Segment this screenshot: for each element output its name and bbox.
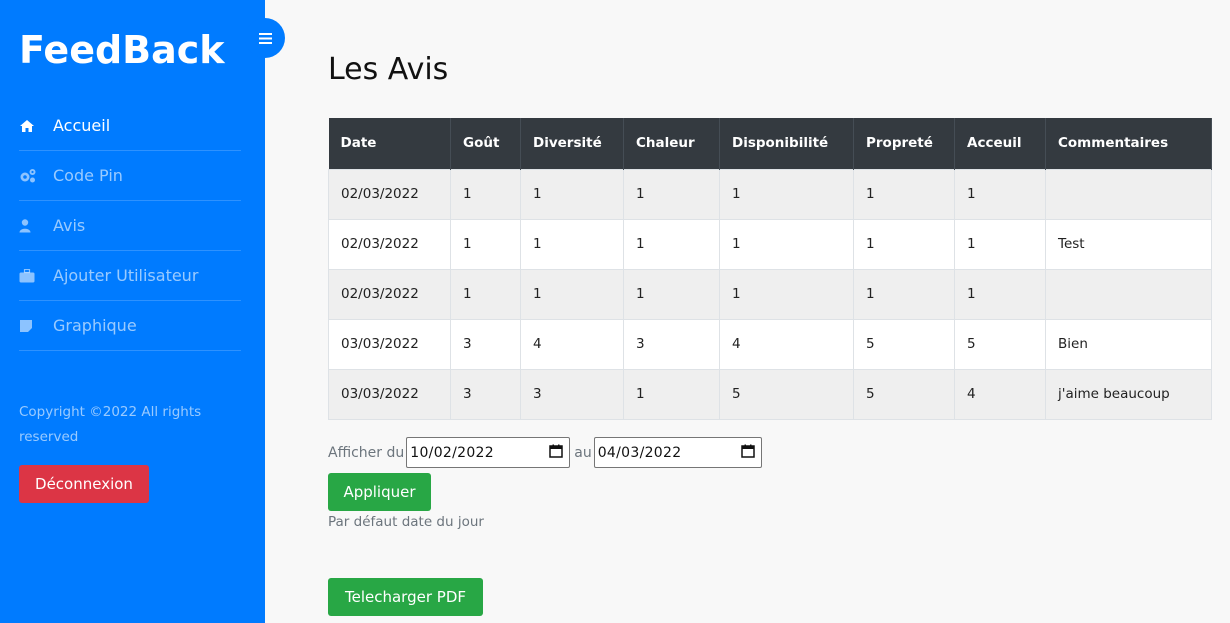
- sidebar-nav: Accueil Code Pin Avis Ajouter Utilisateu…: [19, 101, 241, 351]
- home-icon: [19, 119, 41, 133]
- column-header-disponibilite: Disponibilité: [719, 118, 854, 169]
- cell-diversite: 1: [520, 218, 624, 270]
- download-pdf-button[interactable]: Telecharger PDF: [328, 578, 483, 616]
- filter-to-label: au: [574, 444, 592, 461]
- cell-date: 02/03/2022: [328, 218, 451, 270]
- cell-diversite: 1: [520, 168, 624, 220]
- cell-disponibilite: 1: [719, 218, 854, 270]
- briefcase-icon: [19, 268, 41, 283]
- cell-gout: 1: [450, 168, 521, 220]
- cell-date: 02/03/2022: [328, 268, 451, 320]
- cell-diversite: 3: [520, 368, 624, 420]
- cell-proprete: 5: [853, 318, 955, 370]
- table-header-row: Date Goût Diversité Chaleur Disponibilit…: [328, 118, 1212, 169]
- column-header-commentaires: Commentaires: [1045, 118, 1212, 169]
- cell-disponibilite: 4: [719, 318, 854, 370]
- sidebar: FeedBack Accueil Code Pin Avis Ajouter U…: [0, 0, 265, 623]
- cell-gout: 1: [450, 268, 521, 320]
- sidebar-item-label: Graphique: [53, 316, 137, 335]
- cell-diversite: 4: [520, 318, 624, 370]
- cell-disponibilite: 1: [719, 168, 854, 220]
- apply-button[interactable]: Appliquer: [328, 473, 431, 511]
- cogs-icon: [19, 168, 41, 184]
- date-from-value: 10/02/2022: [410, 444, 494, 461]
- date-to-value: 04/03/2022: [597, 444, 682, 461]
- date-to-input[interactable]: 04/03/2022: [593, 437, 762, 468]
- cell-acceuil: 1: [954, 168, 1046, 220]
- cell-commentaires: Test: [1045, 218, 1212, 270]
- sidebar-item-ajouter-utilisateur[interactable]: Ajouter Utilisateur: [19, 251, 241, 301]
- sidebar-item-label: Accueil: [53, 116, 111, 135]
- cell-acceuil: 1: [954, 268, 1046, 320]
- filter-hint: Par défaut date du jour: [328, 514, 484, 530]
- cell-disponibilite: 5: [719, 368, 854, 420]
- cell-acceuil: 5: [954, 318, 1046, 370]
- cell-commentaires: j'aime beaucoup: [1045, 368, 1212, 420]
- table-row: 02/03/2022 1 1 1 1 1 1: [328, 168, 1212, 220]
- cell-commentaires: [1045, 268, 1212, 320]
- filter-from-label: Afficher du: [328, 444, 405, 461]
- cell-proprete: 1: [853, 268, 955, 320]
- cell-gout: 3: [450, 368, 521, 420]
- cell-disponibilite: 1: [719, 268, 854, 320]
- sidebar-item-label: Ajouter Utilisateur: [53, 266, 199, 285]
- cell-diversite: 1: [520, 268, 624, 320]
- brand-logo[interactable]: FeedBack: [19, 28, 225, 72]
- avis-table: Date Goût Diversité Chaleur Disponibilit…: [328, 118, 1212, 420]
- table-row: 02/03/2022 1 1 1 1 1 1 Test: [328, 218, 1212, 270]
- calendar-icon[interactable]: [740, 444, 755, 462]
- cell-acceuil: 1: [954, 218, 1046, 270]
- cell-chaleur: 1: [623, 268, 720, 320]
- cell-gout: 3: [450, 318, 521, 370]
- sidebar-item-accueil[interactable]: Accueil: [19, 101, 241, 151]
- sticky-note-icon: [19, 319, 41, 333]
- table-row: 03/03/2022 3 3 1 5 5 4 j'aime beaucoup: [328, 368, 1212, 420]
- cell-chaleur: 1: [623, 168, 720, 220]
- sidebar-toggle-button[interactable]: [245, 18, 285, 58]
- cell-proprete: 1: [853, 218, 955, 270]
- cell-acceuil: 4: [954, 368, 1046, 420]
- column-header-proprete: Propreté: [853, 118, 955, 169]
- page-title: Les Avis: [328, 52, 449, 87]
- sidebar-item-avis[interactable]: Avis: [19, 201, 241, 251]
- cell-chaleur: 1: [623, 368, 720, 420]
- sidebar-item-label: Code Pin: [53, 166, 123, 185]
- cell-commentaires: Bien: [1045, 318, 1212, 370]
- cell-date: 03/03/2022: [328, 368, 451, 420]
- menu-icon: [258, 29, 272, 48]
- cell-date: 02/03/2022: [328, 168, 451, 220]
- column-header-chaleur: Chaleur: [623, 118, 720, 169]
- cell-chaleur: 3: [623, 318, 720, 370]
- column-header-diversite: Diversité: [520, 118, 624, 169]
- table-row: 02/03/2022 1 1 1 1 1 1: [328, 268, 1212, 320]
- user-icon: [19, 218, 41, 233]
- column-header-acceuil: Acceuil: [954, 118, 1046, 169]
- sidebar-item-graphique[interactable]: Graphique: [19, 301, 241, 351]
- cell-proprete: 1: [853, 168, 955, 220]
- column-header-gout: Goût: [450, 118, 521, 169]
- calendar-icon[interactable]: [549, 444, 564, 462]
- cell-chaleur: 1: [623, 218, 720, 270]
- date-filter: Afficher du 10/02/2022 au 04/03/2022: [328, 437, 766, 468]
- table-row: 03/03/2022 3 4 3 4 5 5 Bien: [328, 318, 1212, 370]
- cell-commentaires: [1045, 168, 1212, 220]
- sidebar-item-label: Avis: [53, 216, 86, 235]
- cell-gout: 1: [450, 218, 521, 270]
- cell-proprete: 5: [853, 368, 955, 420]
- sidebar-item-code-pin[interactable]: Code Pin: [19, 151, 241, 201]
- copyright-text: Copyright ©2022 All rights reserved: [19, 404, 202, 445]
- logout-button[interactable]: Déconnexion: [19, 465, 149, 503]
- column-header-date: Date: [328, 118, 451, 169]
- date-from-input[interactable]: 10/02/2022: [406, 437, 571, 468]
- cell-date: 03/03/2022: [328, 318, 451, 370]
